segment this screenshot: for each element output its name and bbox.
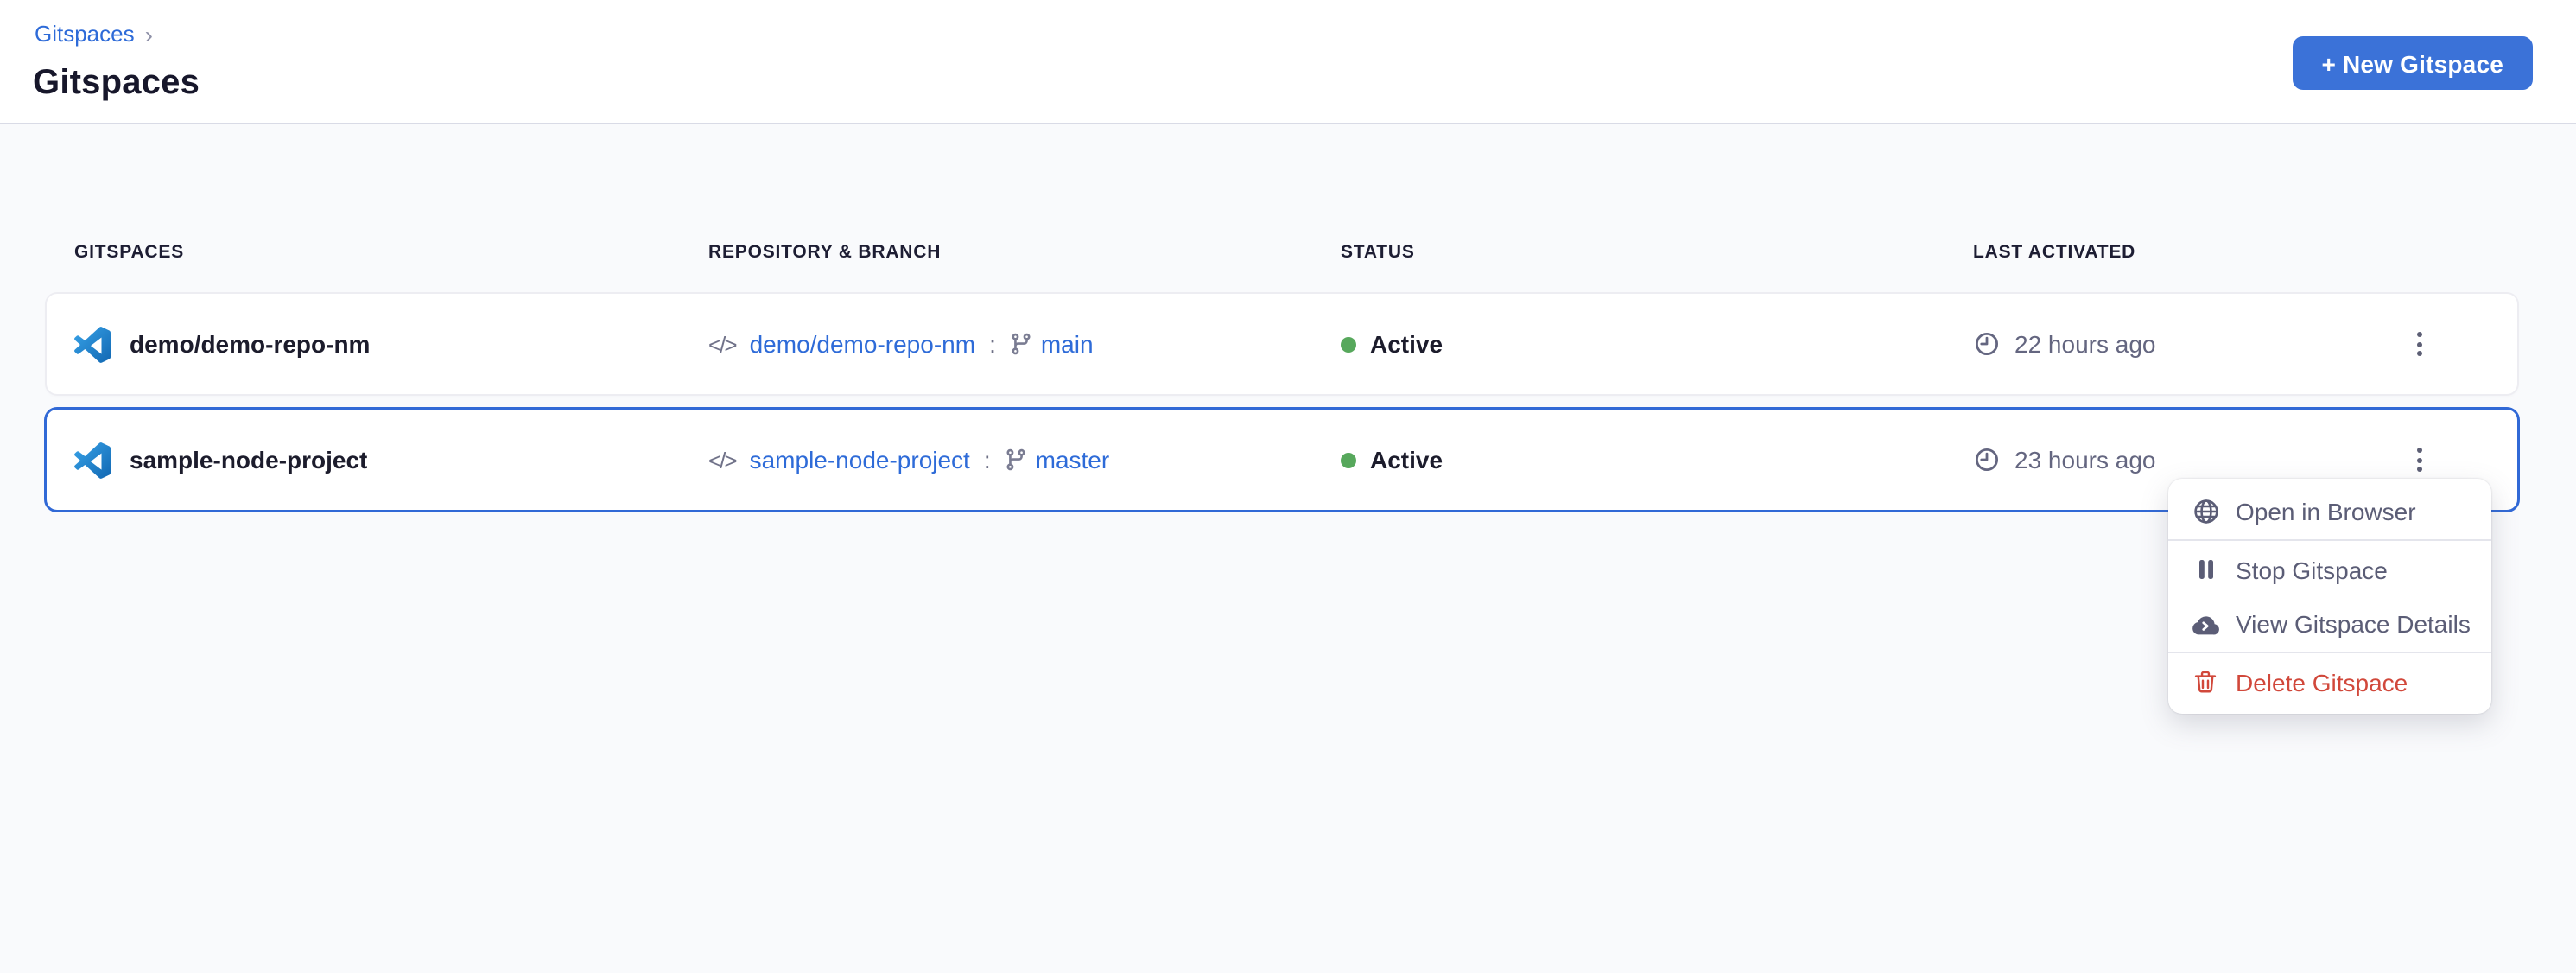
menu-item-open-in-browser[interactable]: Open in Browser [2168,484,2491,537]
menu-item-label: Open in Browser [2236,497,2416,525]
gitspaces-table: GITSPACES REPOSITORY & BRANCH STATUS LAS… [47,235,2517,525]
menu-divider [2168,652,2491,653]
page-header: Gitspaces › Gitspaces + New Gitspace [0,0,2576,124]
clock-icon [1973,330,2001,358]
cloud-icon [2191,611,2220,635]
branch-link[interactable]: main [1041,330,1094,358]
gitspace-name: sample-node-project [130,446,367,474]
menu-item-label: Delete Gitspace [2236,668,2408,696]
menu-item-stop-gitspace[interactable]: Stop Gitspace [2168,543,2491,596]
status-cell: Active [1341,446,1973,474]
row-actions-kebab-icon[interactable] [2398,323,2440,365]
repo-branch-cell: </> sample-node-project : master [708,446,1341,474]
column-header-last-activated: LAST ACTIVATED [1973,242,2398,263]
last-activated-text: 22 hours ago [2014,330,2155,358]
last-activated-cell: 22 hours ago [1973,330,2398,358]
repo-branch-separator: : [989,330,996,358]
gitspace-name-cell: demo/demo-repo-nm [74,326,708,362]
page-title: Gitspaces [33,64,200,104]
repo-link[interactable]: sample-node-project [750,446,970,474]
clock-icon [1973,446,2001,474]
column-header-status: STATUS [1341,242,1973,263]
menu-item-delete-gitspace[interactable]: Delete Gitspace [2168,655,2491,709]
status-active-dot [1341,336,1356,352]
row-actions-kebab-icon[interactable] [2398,439,2440,480]
menu-divider [2168,539,2491,541]
gitspace-name-cell: sample-node-project [74,442,708,478]
breadcrumb-gitspaces-link[interactable]: Gitspaces [35,21,135,47]
column-header-repository-branch: REPOSITORY & BRANCH [708,242,1341,263]
status-cell: Active [1341,330,1973,358]
code-icon: </> [708,447,736,473]
menu-item-label: View Gitspace Details [2236,609,2471,637]
code-icon: </> [708,331,736,357]
menu-item-label: Stop Gitspace [2236,556,2388,583]
last-activated-text: 23 hours ago [2014,446,2155,474]
status-text: Active [1370,330,1443,358]
gitspace-name: demo/demo-repo-nm [130,330,370,358]
repo-branch-cell: </> demo/demo-repo-nm : main [708,330,1341,358]
table-row[interactable]: demo/demo-repo-nm </> demo/demo-repo-nm … [47,294,2517,394]
menu-item-view-gitspace-details[interactable]: View Gitspace Details [2168,596,2491,650]
pause-icon [2191,558,2220,581]
branch-link[interactable]: master [1036,446,1110,474]
vscode-icon [74,442,111,478]
new-gitspace-button[interactable]: + New Gitspace [2292,36,2533,90]
repo-link[interactable]: demo/demo-repo-nm [750,330,975,358]
git-branch-icon [1010,332,1034,356]
repo-branch-separator: : [984,446,991,474]
table-header-row: GITSPACES REPOSITORY & BRANCH STATUS LAS… [47,235,2517,270]
status-text: Active [1370,446,1443,474]
row-actions-menu: Open in Browser Stop Gitspace View Gitsp… [2168,479,2491,714]
trash-icon [2191,669,2220,695]
last-activated-cell: 23 hours ago [1973,446,2398,474]
globe-icon [2191,497,2220,525]
table-row[interactable]: sample-node-project </> sample-node-proj… [47,410,2517,510]
status-active-dot [1341,452,1356,467]
gitspaces-page: Gitspaces › Gitspaces + New Gitspace GIT… [0,0,2576,973]
column-header-gitspaces: GITSPACES [74,242,708,263]
breadcrumb-separator: › [145,22,153,46]
git-branch-icon [1005,448,1029,472]
breadcrumb: Gitspaces › [35,21,153,47]
vscode-icon [74,326,111,362]
